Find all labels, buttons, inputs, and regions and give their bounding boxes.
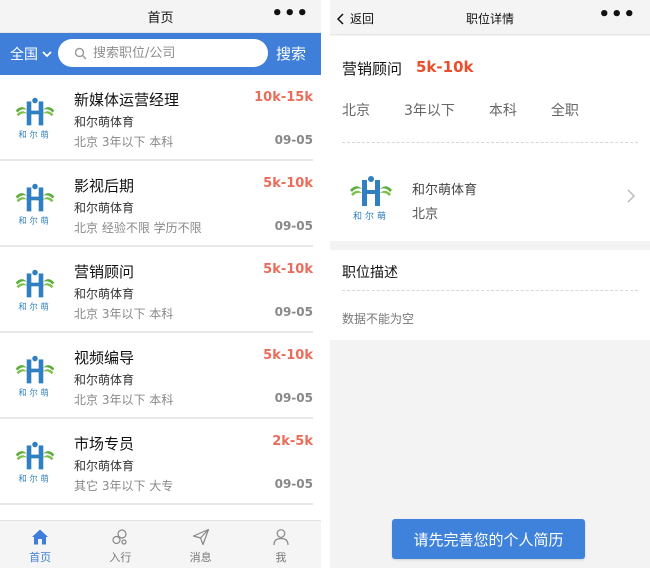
- top-nav-bar: 返回 职位详情 •••: [330, 0, 650, 35]
- job-list-item[interactable]: 新媒体运营经理 和尔萌体育 北京 3年以下 本科 10k-15k 09-05: [0, 75, 313, 161]
- tab-career[interactable]: 入行: [80, 521, 160, 568]
- job-title: 影视后期: [74, 177, 135, 195]
- career-icon: [112, 529, 127, 545]
- job-salary: 2k-5k: [272, 434, 313, 449]
- tab-label: 入行: [109, 551, 132, 564]
- job-list-item[interactable]: 市场专员 和尔萌体育 其它 3年以下 大专 2k-5k 09-05: [0, 419, 313, 505]
- job-salary: 10k-15k: [254, 90, 313, 105]
- company-logo: [346, 173, 396, 223]
- complete-resume-button[interactable]: 请先完善您的个人简历: [392, 519, 585, 559]
- job-meta: 北京 经验不限 学历不限: [74, 221, 202, 235]
- tab-messages[interactable]: 消息: [161, 521, 241, 568]
- job-date: 09-05: [274, 133, 313, 147]
- job-date: 09-05: [274, 477, 313, 491]
- pane-divider: [321, 0, 330, 568]
- tag-city: 北京: [342, 103, 370, 119]
- job-meta: 北京 3年以下 本科: [74, 135, 174, 149]
- job-meta: 北京 3年以下 本科: [74, 393, 174, 407]
- city-label: 全国: [10, 47, 38, 63]
- job-list-item[interactable]: 视频编导 和尔萌体育 北京 3年以下 本科 5k-10k 09-05: [0, 333, 313, 419]
- tab-me[interactable]: 我: [241, 521, 321, 568]
- job-company: 和尔萌体育: [74, 115, 135, 129]
- description-text: 数据不能为空: [342, 312, 415, 326]
- job-company: 和尔萌体育: [74, 287, 135, 301]
- more-menu-icon[interactable]: •••: [271, 3, 309, 24]
- job-tags: 北京 3年以下 本科 全职: [342, 100, 613, 120]
- job-list: 新媒体运营经理 和尔萌体育 北京 3年以下 本科 10k-15k 09-05 影…: [0, 75, 321, 505]
- job-title: 视频编导: [74, 349, 135, 367]
- search-box[interactable]: [58, 39, 268, 67]
- job-company: 和尔萌体育: [74, 459, 135, 473]
- job-meta: 其它 3年以下 大专: [74, 479, 174, 493]
- job-salary: 5k-10k: [416, 58, 474, 76]
- search-bar: 全国 搜索: [0, 33, 321, 75]
- home-icon: [32, 529, 49, 545]
- job-summary-card: 营销顾问 5k-10k 北京 3年以下 本科 全职 和尔萌体育 北京: [330, 36, 650, 241]
- job-company: 和尔萌体育: [74, 201, 135, 215]
- job-meta: 北京 3年以下 本科: [74, 307, 174, 321]
- company-row[interactable]: 和尔萌体育 北京: [330, 143, 650, 241]
- user-icon: [273, 529, 289, 546]
- section-title: 职位描述: [342, 265, 398, 281]
- tab-label: 我: [275, 551, 287, 564]
- job-list-item[interactable]: 营销顾问 和尔萌体育 北京 3年以下 本科 5k-10k 09-05: [0, 247, 313, 333]
- city-selector[interactable]: 全国: [10, 44, 53, 64]
- company-name: 和尔萌体育: [412, 183, 478, 198]
- job-date: 09-05: [274, 305, 313, 319]
- more-menu-icon[interactable]: •••: [598, 4, 636, 25]
- bottom-tab-bar: 首页 入行 消息 我: [0, 520, 321, 568]
- tab-label: 首页: [29, 551, 52, 564]
- search-input[interactable]: [93, 45, 263, 61]
- job-company: 和尔萌体育: [74, 373, 135, 387]
- top-nav-bar: 首页 •••: [0, 0, 321, 33]
- company-logo: [12, 439, 58, 485]
- job-description-card: 职位描述 数据不能为空: [330, 250, 650, 340]
- home-screen: 首页 ••• 全国 搜索 新媒体运营经理 和尔萌体育 北京 3年以下 本科 10…: [0, 0, 321, 568]
- company-logo: [12, 181, 58, 227]
- send-icon: [192, 528, 209, 546]
- company-logo: [12, 353, 58, 399]
- tag-education: 本科: [488, 103, 517, 119]
- tab-home[interactable]: 首页: [0, 521, 80, 568]
- tag-employment-type: 全职: [550, 103, 579, 119]
- job-title: 营销顾问: [74, 263, 135, 281]
- job-date: 09-05: [274, 219, 313, 233]
- job-salary: 5k-10k: [263, 262, 313, 277]
- company-logo: [12, 95, 58, 141]
- job-list-item[interactable]: 影视后期 和尔萌体育 北京 经验不限 学历不限 5k-10k 09-05: [0, 161, 313, 247]
- tag-experience: 3年以下: [404, 103, 455, 119]
- job-title: 市场专员: [74, 435, 135, 453]
- job-title: 营销顾问: [342, 60, 403, 78]
- divider: [342, 290, 638, 291]
- job-title: 新媒体运营经理: [74, 91, 180, 109]
- company-logo: [12, 267, 58, 313]
- tab-label: 消息: [189, 551, 212, 564]
- chevron-right-icon: [627, 189, 636, 203]
- job-salary: 5k-10k: [263, 176, 313, 191]
- job-detail-screen: 返回 职位详情 ••• 营销顾问 5k-10k 北京 3年以下 本科 全职 和尔…: [330, 0, 650, 568]
- job-date: 09-05: [274, 391, 313, 405]
- chevron-down-icon: [42, 51, 52, 58]
- company-city: 北京: [412, 207, 439, 222]
- job-salary: 5k-10k: [263, 348, 313, 363]
- search-button[interactable]: 搜索: [276, 43, 306, 64]
- search-icon: [74, 47, 87, 59]
